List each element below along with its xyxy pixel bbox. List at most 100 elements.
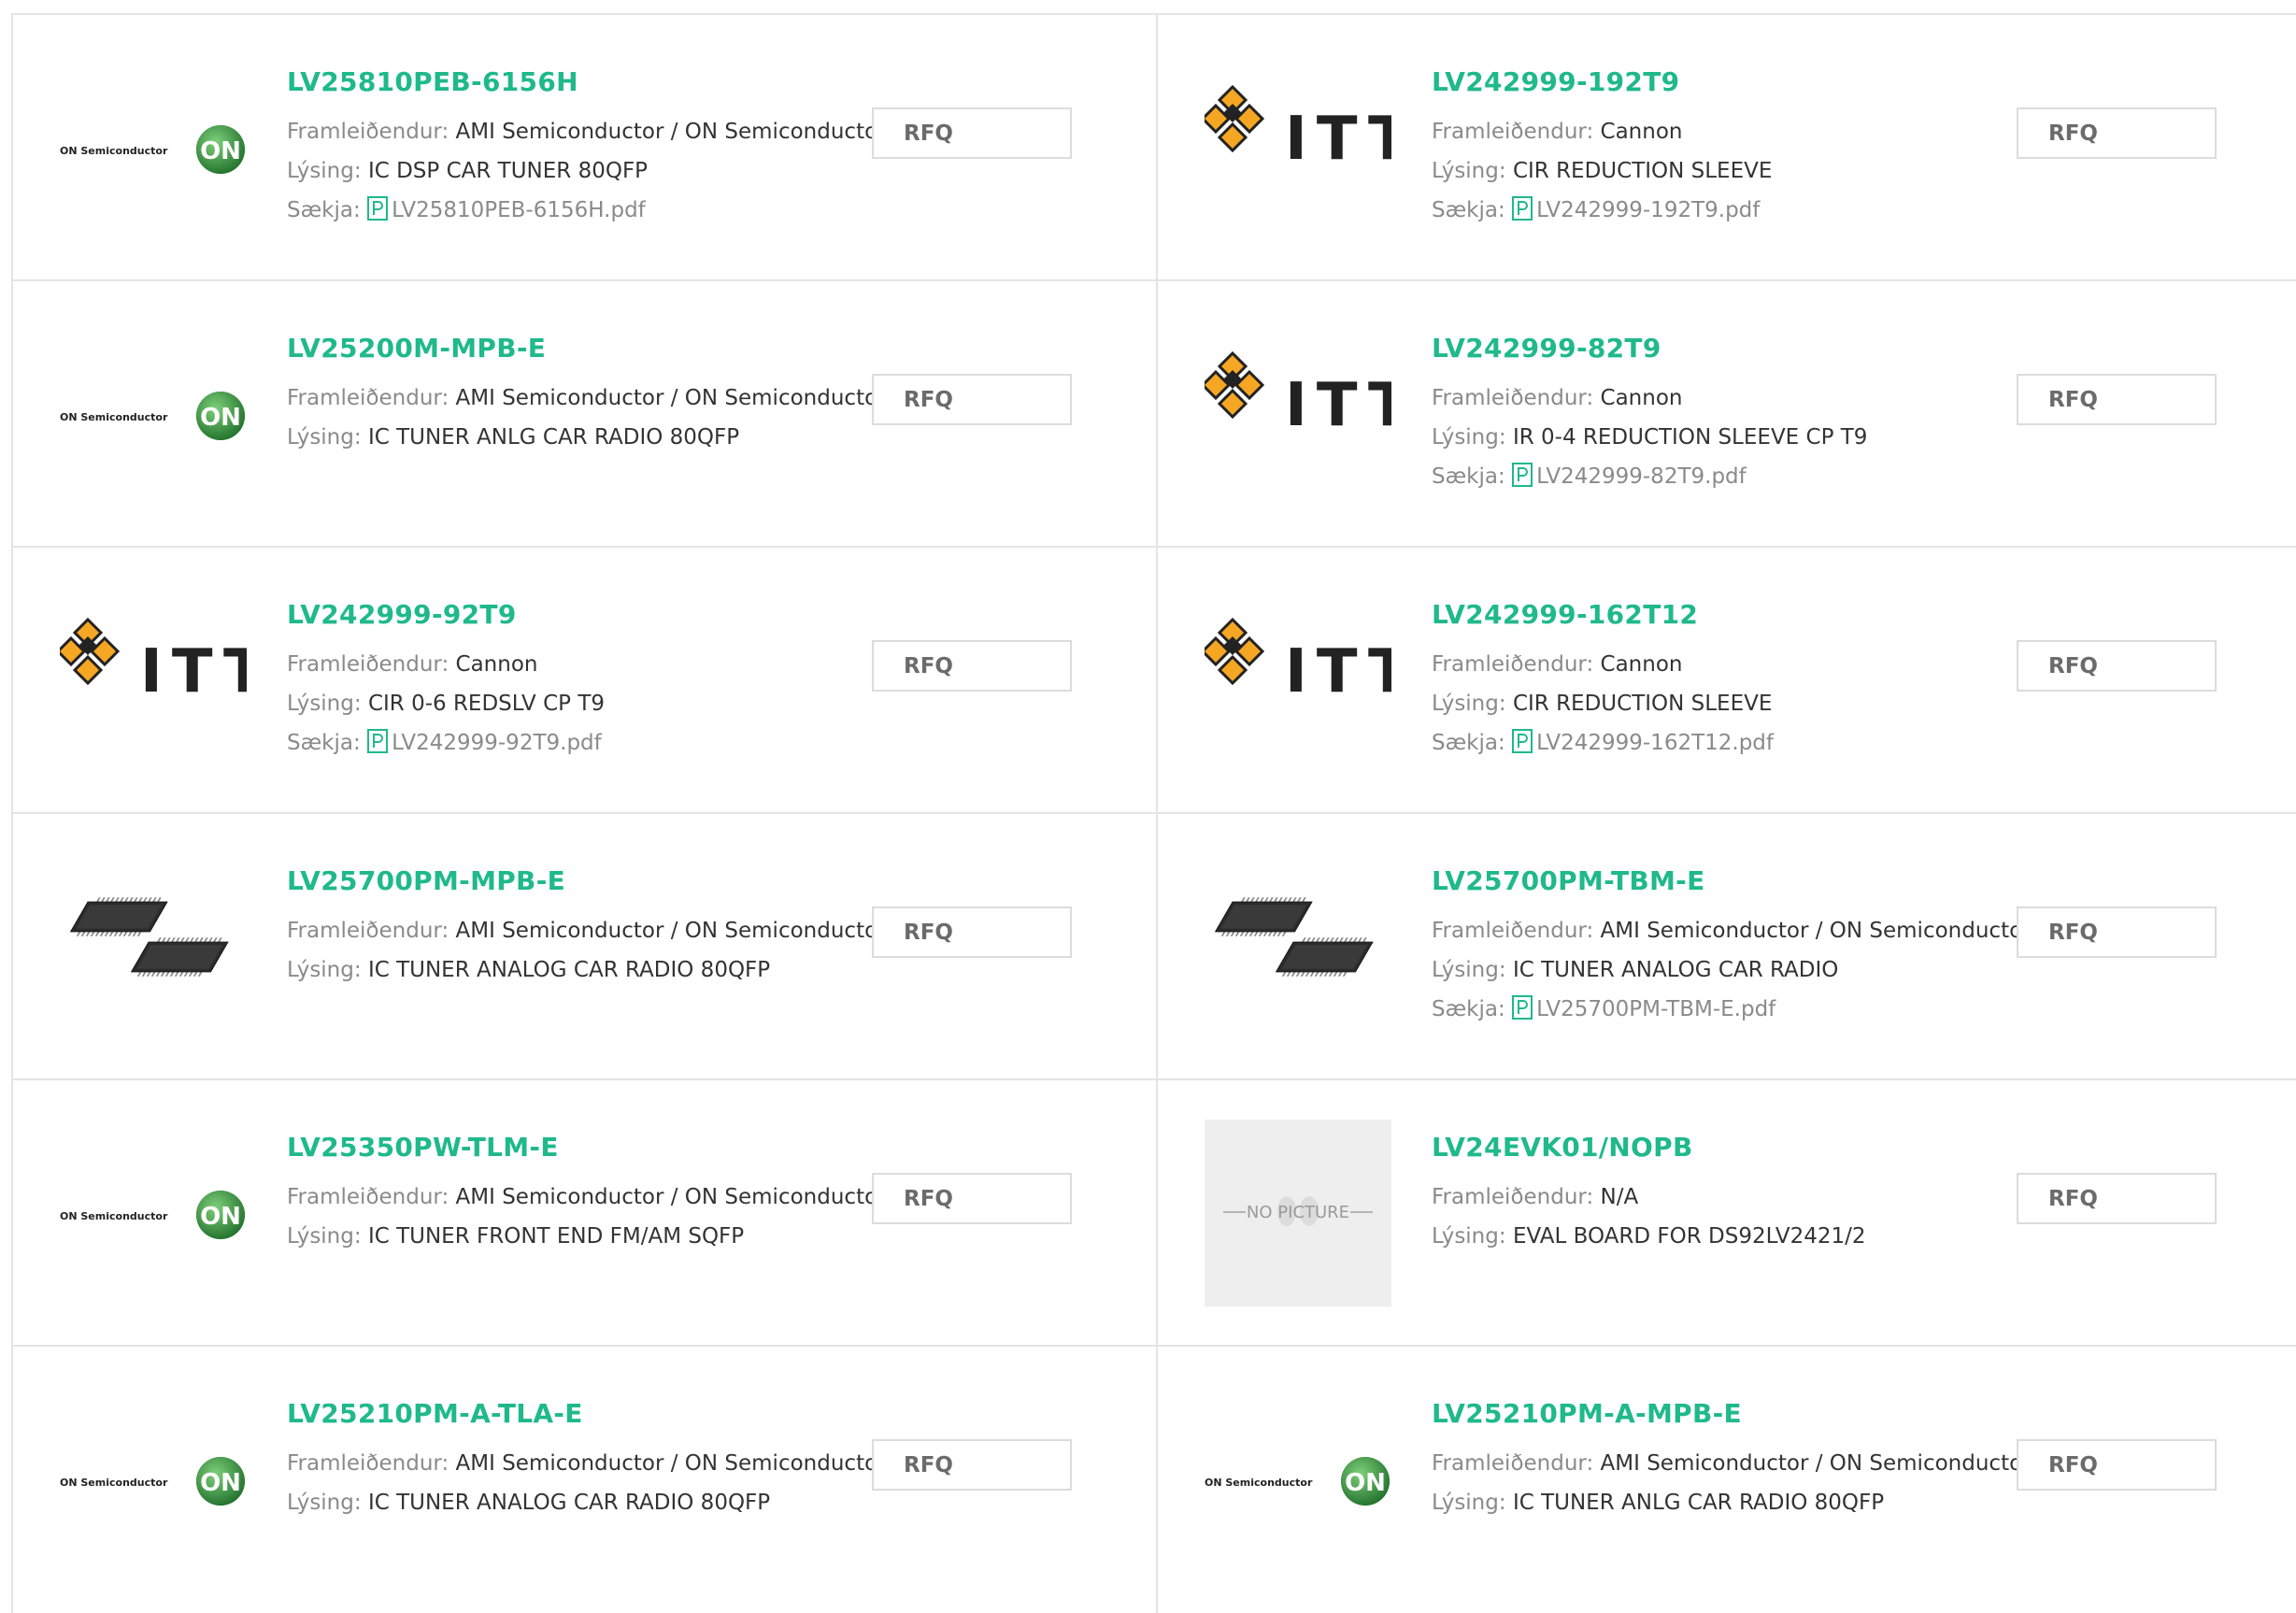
qfp-chip-photo <box>60 853 247 1040</box>
rfq-button[interactable]: RFQ <box>2017 374 2217 425</box>
pdf-file-icon <box>1512 194 1533 234</box>
manufacturer-label: Framleiðendur: <box>1432 386 1601 410</box>
description-line: Lýsing: IR 0-4 REDUCTION SLEEVE CP T9 <box>1432 418 2020 457</box>
rfq-button[interactable]: RFQ <box>872 374 1072 425</box>
datasheet-link[interactable]: LV242999-92T9.pdf <box>367 729 602 755</box>
description-line: Lýsing: EVAL BOARD FOR DS92LV2421/2 <box>1432 1217 2020 1256</box>
part-number-link[interactable]: LV24EVK01/NOPB <box>1432 1129 2020 1166</box>
description-label: Lýsing: <box>287 958 368 982</box>
download-label: Sækja: <box>287 731 368 755</box>
manufacturer-line: Framleiðendur: AMI Semiconductor / ON Se… <box>287 112 887 151</box>
manufacturer-line: Framleiðendur: N/A <box>1432 1178 2020 1217</box>
on-semiconductor-logo: ON Semiconductor ON <box>1205 1386 1391 1573</box>
description-label: Lýsing: <box>287 692 368 716</box>
download-label: Sækja: <box>1432 731 1513 755</box>
datasheet-link[interactable]: LV25810PEB-6156H.pdf <box>367 196 646 222</box>
part-number-link[interactable]: LV25810PEB-6156H <box>287 64 876 101</box>
manufacturer-value: AMI Semiconductor / ON Semiconductor <box>455 1185 887 1209</box>
manufacturer-label: Framleiðendur: <box>1432 919 1601 943</box>
product-row: ON Semiconductor ON LV25350PW-TLM-E Framl… <box>13 1080 2296 1347</box>
datasheet-filename: LV242999-92T9.pdf <box>392 731 602 755</box>
manufacturer-line: Framleiðendur: Cannon <box>287 645 876 684</box>
description-value: IC TUNER ANALOG CAR RADIO <box>1512 958 1839 982</box>
rfq-button[interactable]: RFQ <box>2017 640 2217 692</box>
manufacturer-label: Framleiðendur: <box>287 919 456 943</box>
product-grid: ON Semiconductor ON LV25810PEB-6156H Fram… <box>11 13 2296 1613</box>
product-row: ITT LV242999-92T9 Framleiðendur: Cannon Lý… <box>13 548 2296 814</box>
itt-logo: ITT <box>1200 54 1409 241</box>
rfq-button[interactable]: RFQ <box>872 906 1072 958</box>
on-semiconductor-logo: ON Semiconductor ON <box>60 54 247 241</box>
manufacturer-value: AMI Semiconductor / ON Semiconductor <box>455 1451 887 1476</box>
rfq-button[interactable]: RFQ <box>872 1439 1072 1491</box>
product-card: ON Semiconductor ON LV25810PEB-6156H Fram… <box>13 15 1158 279</box>
svg-text:ON Semiconductor: ON Semiconductor <box>60 411 168 423</box>
manufacturer-label: Framleiðendur: <box>1432 1185 1601 1209</box>
product-card: ON Semiconductor ON LV25210PM-A-TLA-E Fra… <box>13 1347 1158 1613</box>
product-card: ON Semiconductor ON LV25210PM-A-MPB-E Fra… <box>1158 1347 2296 1613</box>
part-number-link[interactable]: LV25350PW-TLM-E <box>287 1129 876 1166</box>
svg-text:ON: ON <box>1345 1469 1386 1497</box>
description-value: IC TUNER ANLG CAR RADIO 80QFP <box>1512 1491 1885 1515</box>
download-line: Sækja: LV242999-162T12.pdf <box>1432 723 2020 766</box>
rfq-button[interactable]: RFQ <box>872 107 1072 159</box>
part-number-link[interactable]: LV25700PM-TBM-E <box>1432 863 2020 900</box>
manufacturer-value: Cannon <box>1600 120 1683 144</box>
manufacturer-label: Framleiðendur: <box>1432 652 1601 677</box>
description-label: Lýsing: <box>287 1491 368 1515</box>
manufacturer-label: Framleiðendur: <box>287 120 456 144</box>
part-number-link[interactable]: LV25700PM-MPB-E <box>287 863 876 900</box>
svg-text:ITT: ITT <box>1285 105 1391 174</box>
manufacturer-line: Framleiðendur: AMI Semiconductor / ON Se… <box>1432 1444 2032 1483</box>
svg-text:ON Semiconductor: ON Semiconductor <box>1205 1477 1313 1489</box>
manufacturer-value: AMI Semiconductor / ON Semiconductor <box>1600 1451 2032 1476</box>
rfq-button[interactable]: RFQ <box>872 1173 1072 1224</box>
no-picture-placeholder: NO PICTURE <box>1205 1120 1391 1306</box>
product-info: LV25200M-MPB-E Framleiðendur: AMI Semicon… <box>287 330 887 457</box>
svg-text:ON: ON <box>200 1203 241 1231</box>
svg-text:NO PICTURE: NO PICTURE <box>1247 1203 1349 1222</box>
datasheet-link[interactable]: LV242999-192T9.pdf <box>1512 196 1761 222</box>
download-label: Sækja: <box>1432 198 1513 222</box>
datasheet-link[interactable]: LV242999-82T9.pdf <box>1512 463 1747 489</box>
product-info: LV25810PEB-6156H Framleiðendur: AMI Semic… <box>287 64 887 234</box>
download-label: Sækja: <box>1432 997 1513 1021</box>
description-label: Lýsing: <box>1432 1491 1513 1515</box>
datasheet-link[interactable]: LV25700PM-TBM-E.pdf <box>1512 995 1775 1021</box>
manufacturer-value: AMI Semiconductor / ON Semiconductor <box>455 919 887 943</box>
part-number-link[interactable]: LV242999-192T9 <box>1432 64 2020 101</box>
rfq-button[interactable]: RFQ <box>872 640 1072 692</box>
manufacturer-value: AMI Semiconductor / ON Semiconductor <box>1600 919 2032 943</box>
rfq-button[interactable]: RFQ <box>2017 1439 2217 1491</box>
description-value: CIR REDUCTION SLEEVE <box>1512 159 1773 183</box>
manufacturer-line: Framleiðendur: Cannon <box>1432 378 2020 418</box>
part-number-link[interactable]: LV242999-162T12 <box>1432 596 2020 634</box>
datasheet-filename: LV242999-192T9.pdf <box>1536 198 1761 222</box>
manufacturer-line: Framleiðendur: AMI Semiconductor / ON Se… <box>287 1178 887 1217</box>
svg-text:ITT: ITT <box>1285 371 1391 440</box>
download-line: Sækja: LV242999-192T9.pdf <box>1432 191 2020 234</box>
qfp-chip-photo <box>1205 853 1391 1040</box>
download-line: Sækja: LV25810PEB-6156H.pdf <box>287 191 876 234</box>
rfq-button[interactable]: RFQ <box>2017 1173 2217 1224</box>
part-number-link[interactable]: LV25210PM-A-MPB-E <box>1432 1395 2020 1433</box>
product-card: ITT LV242999-162T12 Framleiðendur: Cannon… <box>1158 548 2296 812</box>
part-number-link[interactable]: LV242999-92T9 <box>287 596 876 634</box>
svg-text:ON: ON <box>200 404 241 432</box>
pdf-file-icon <box>1512 993 1533 1033</box>
rfq-button[interactable]: RFQ <box>2017 906 2217 958</box>
manufacturer-line: Framleiðendur: Cannon <box>1432 112 2020 151</box>
part-number-link[interactable]: LV242999-82T9 <box>1432 330 2020 367</box>
svg-text:ON: ON <box>200 1469 241 1497</box>
itt-logo: ITT <box>1200 587 1409 774</box>
rfq-button[interactable]: RFQ <box>2017 107 2217 159</box>
part-number-link[interactable]: LV25210PM-A-TLA-E <box>287 1395 876 1433</box>
datasheet-link[interactable]: LV242999-162T12.pdf <box>1512 729 1774 755</box>
description-label: Lýsing: <box>1432 692 1513 716</box>
part-number-link[interactable]: LV25200M-MPB-E <box>287 330 876 367</box>
product-card: NO PICTURE LV24EVK01/NOPB Framleiðendur: … <box>1158 1080 2296 1345</box>
product-card: ITT LV242999-82T9 Framleiðendur: CannonLý… <box>1158 281 2296 546</box>
on-semiconductor-logo: ON Semiconductor ON <box>60 1120 247 1306</box>
manufacturer-label: Framleiðendur: <box>287 1451 456 1476</box>
manufacturer-label: Framleiðendur: <box>1432 1451 1601 1476</box>
